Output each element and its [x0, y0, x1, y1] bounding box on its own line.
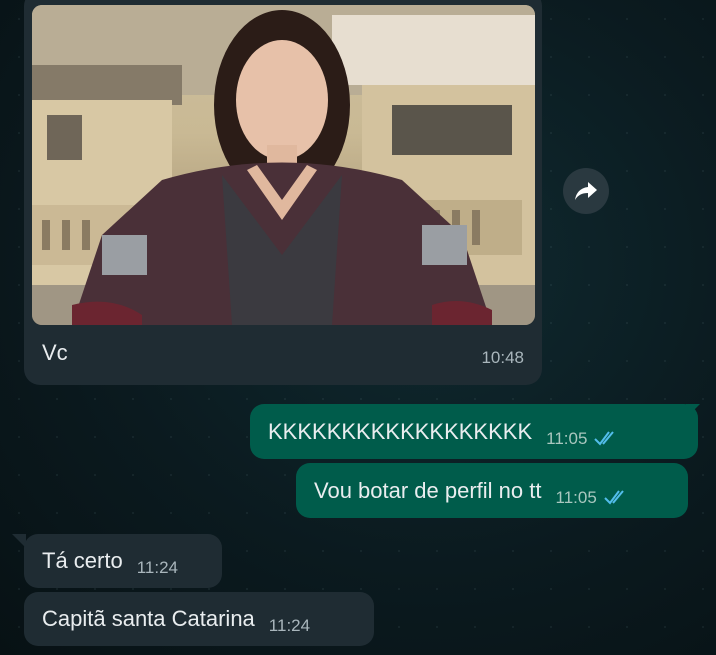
message-text: Tá certo — [42, 548, 123, 573]
image-caption: Vc — [42, 340, 68, 365]
message-timestamp: 11:24 — [268, 616, 311, 635]
message-timestamp: 11:05 — [546, 428, 588, 448]
image-message[interactable]: Vc 10:48 — [24, 0, 542, 385]
outgoing-message[interactable]: Vou botar de perfil no tt 11:05 — [296, 463, 688, 518]
double-check-icon — [604, 489, 624, 505]
incoming-message[interactable]: Tá certo 11:24 — [24, 534, 222, 588]
double-check-icon — [594, 430, 615, 446]
message-text: KKKKKKKKKKKKKKKKKK — [268, 418, 533, 444]
incoming-message[interactable]: Capitã santa Catarina 11:24 — [24, 592, 374, 646]
message-text: Capitã santa Catarina — [42, 606, 255, 631]
photo-image — [32, 5, 535, 325]
forward-arrow-icon — [575, 182, 597, 200]
forward-button[interactable] — [563, 168, 609, 214]
message-text: Vou botar de perfil no tt — [314, 477, 542, 503]
message-timestamp: 11:05 — [555, 487, 597, 507]
outgoing-message[interactable]: KKKKKKKKKKKKKKKKKK 11:05 — [250, 404, 698, 459]
photo-thumbnail[interactable] — [32, 5, 535, 325]
message-timestamp: 11:24 — [136, 558, 178, 577]
image-timestamp: 10:48 — [481, 348, 524, 367]
